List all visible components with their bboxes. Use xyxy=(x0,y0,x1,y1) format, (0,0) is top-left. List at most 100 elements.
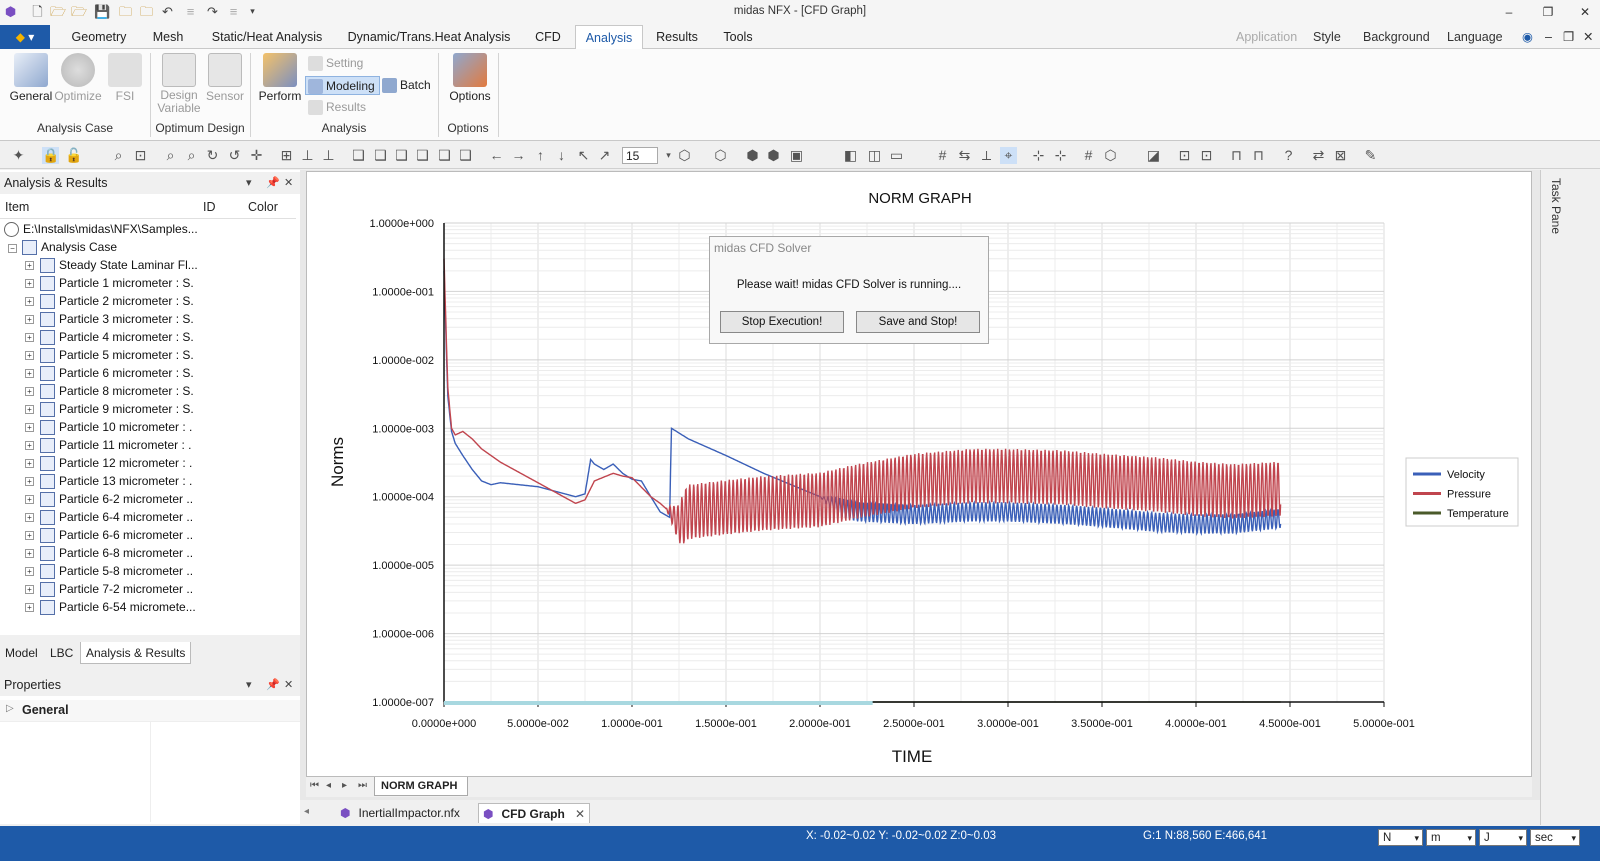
label-2-icon[interactable]: ⊡ xyxy=(1198,147,1215,164)
tab-geometry[interactable]: Geometry xyxy=(60,25,138,49)
expand-icon[interactable]: + xyxy=(25,459,34,468)
tree-item[interactable]: Particle 6 micrometer : S. xyxy=(40,364,194,382)
snap-icon[interactable]: ⇆ xyxy=(956,147,973,164)
tree-item[interactable]: Particle 5-8 micrometer .. xyxy=(40,562,193,580)
fit-icon[interactable]: ⊠ xyxy=(1332,147,1349,164)
arrow-down-icon[interactable]: ↓ xyxy=(553,147,570,164)
node-icon[interactable]: ⊹ xyxy=(1030,147,1047,164)
rotate-icon[interactable]: ↻ xyxy=(204,147,221,164)
view-box-icon[interactable]: ⊞ xyxy=(278,147,295,164)
tree-item[interactable]: Particle 8 micrometer : S. xyxy=(40,382,194,400)
iso-view-2-icon[interactable]: ⬡ xyxy=(712,147,729,164)
iso-view-icon[interactable]: ⬡ xyxy=(676,147,693,164)
tree-item[interactable]: Particle 4 micrometer : S. xyxy=(40,328,194,346)
tree-item[interactable]: Particle 6-4 micrometer .. xyxy=(40,508,193,526)
minimize-button[interactable]: – xyxy=(1496,3,1522,21)
expand-icon[interactable]: + xyxy=(25,315,34,324)
doc-minimize-icon[interactable]: – xyxy=(1545,25,1552,49)
tab-analysis-results[interactable]: Analysis & Results xyxy=(80,642,192,664)
doc-scroll-left-icon[interactable]: ◂ xyxy=(304,806,309,817)
arrow-left-icon[interactable]: ← xyxy=(488,147,505,164)
axes-2-icon[interactable]: ⊥ xyxy=(320,147,337,164)
properties-close-icon[interactable]: ✕ xyxy=(284,674,293,696)
expand-icon[interactable]: + xyxy=(25,369,34,378)
help-icon[interactable]: ◉ xyxy=(1522,25,1533,49)
zoom-all-icon[interactable]: ⌕ xyxy=(183,147,200,164)
prev-sheet-icon[interactable]: ◂ xyxy=(326,780,331,791)
view-bottom-icon[interactable]: ❑ xyxy=(457,147,474,164)
arrow-right-icon[interactable]: → xyxy=(510,147,527,164)
expand-icon[interactable]: + xyxy=(25,603,34,612)
tab-dynamic-heat[interactable]: Dynamic/Trans.Heat Analysis xyxy=(345,25,513,49)
next-sheet-icon[interactable]: ▸ xyxy=(342,780,347,791)
tab-cfd[interactable]: CFD xyxy=(528,25,568,49)
expand-icon[interactable]: + xyxy=(25,387,34,396)
first-sheet-icon[interactable]: ⏮ xyxy=(310,780,319,791)
doc-tab-inertial-impactor[interactable]: ⬢ InertialImpactor.nfx xyxy=(340,803,472,823)
setting-button[interactable]: Setting xyxy=(306,54,363,73)
sensor-button[interactable]: Sensor xyxy=(204,53,246,103)
panel-pin-icon[interactable]: 📌 xyxy=(266,172,280,194)
app-menu-button[interactable]: ◆ ▾ xyxy=(0,25,50,49)
work-plane-icon[interactable]: ⟂ xyxy=(978,147,995,164)
expand-icon[interactable]: + xyxy=(25,405,34,414)
transparency-icon[interactable]: ▭ xyxy=(888,147,905,164)
tab-mesh[interactable]: Mesh xyxy=(144,25,192,49)
sheet-tab-norm-graph[interactable]: NORM GRAPH xyxy=(374,777,469,796)
tree-item[interactable]: Particle 10 micrometer : . xyxy=(40,418,192,436)
view-top-icon[interactable]: ❑ xyxy=(436,147,453,164)
element-icon[interactable]: ⊹ xyxy=(1052,147,1069,164)
lock-icon[interactable]: 🔒 xyxy=(42,147,59,164)
options-button[interactable]: Options xyxy=(446,53,494,103)
hide-icon[interactable]: ◫ xyxy=(866,147,883,164)
unit-time-select[interactable]: sec ▾ xyxy=(1530,829,1580,846)
tree-item[interactable]: Particle 5 micrometer : S. xyxy=(40,346,194,364)
maximize-button[interactable]: ❐ xyxy=(1535,3,1561,21)
step-dropdown-icon[interactable]: ▾ xyxy=(660,147,677,164)
unit-force-select[interactable]: N ▾ xyxy=(1378,829,1423,846)
cube-2-icon[interactable]: ⬢ xyxy=(765,147,782,164)
zoom-window-icon[interactable]: ⊡ xyxy=(132,147,149,164)
close-button[interactable]: ✕ xyxy=(1572,3,1598,21)
expand-icon[interactable]: + xyxy=(25,585,34,594)
view-right-icon[interactable]: ❑ xyxy=(414,147,431,164)
tree-item[interactable]: Particle 2 micrometer : S. xyxy=(40,292,194,310)
panel-dropdown-icon[interactable]: ▾ xyxy=(246,172,252,194)
tree-item[interactable]: Particle 7-2 micrometer .. xyxy=(40,580,193,598)
tree-root[interactable]: E:\Installs\midas\NFX\Samples... xyxy=(4,220,198,238)
tree-item[interactable]: Particle 13 micrometer : . xyxy=(40,472,192,490)
view-back-icon[interactable]: ❑ xyxy=(372,147,389,164)
arrow-up-right-icon[interactable]: ↗ xyxy=(596,147,613,164)
pen-icon[interactable]: ✎ xyxy=(1362,147,1379,164)
expand-icon[interactable]: + xyxy=(25,513,34,522)
modeling-button[interactable]: Modeling xyxy=(305,76,380,95)
element-number-icon[interactable]: ⊓ xyxy=(1250,147,1267,164)
measure-icon[interactable]: ⌖ xyxy=(1000,147,1017,164)
arrow-up-icon[interactable]: ↑ xyxy=(532,147,549,164)
doc-close-icon[interactable]: ✕ xyxy=(1583,25,1593,49)
expand-icon[interactable]: + xyxy=(25,351,34,360)
map-icon[interactable]: ◪ xyxy=(1145,147,1162,164)
properties-dropdown-icon[interactable]: ▾ xyxy=(246,674,252,696)
application-menu[interactable]: Application xyxy=(1236,25,1297,49)
background-menu[interactable]: Background xyxy=(1363,25,1430,49)
expand-icon[interactable]: + xyxy=(25,531,34,540)
view-front-icon[interactable]: ❑ xyxy=(350,147,367,164)
tab-model[interactable]: Model xyxy=(0,642,43,664)
perform-button[interactable]: Perform xyxy=(256,53,304,103)
query-icon[interactable]: ? xyxy=(1280,147,1297,164)
column-item[interactable]: Item xyxy=(5,200,29,214)
expand-icon[interactable]: + xyxy=(25,495,34,504)
tab-analysis[interactable]: Analysis xyxy=(575,25,643,50)
optimize-button[interactable]: Optimize xyxy=(54,53,102,103)
doc-restore-icon[interactable]: ❐ xyxy=(1563,25,1574,49)
tree-item[interactable]: Particle 11 micrometer : . xyxy=(40,436,191,454)
expand-icon[interactable]: + xyxy=(25,261,34,270)
tree-item[interactable]: Steady State Laminar Fl... xyxy=(40,256,198,274)
tab-results[interactable]: Results xyxy=(652,25,702,49)
expand-icon[interactable]: + xyxy=(25,423,34,432)
tab-static-heat[interactable]: Static/Heat Analysis xyxy=(203,25,331,49)
tree-item[interactable]: Particle 1 micrometer : S. xyxy=(40,274,194,292)
view-left-icon[interactable]: ❑ xyxy=(393,147,410,164)
tab-tools[interactable]: Tools xyxy=(716,25,760,49)
